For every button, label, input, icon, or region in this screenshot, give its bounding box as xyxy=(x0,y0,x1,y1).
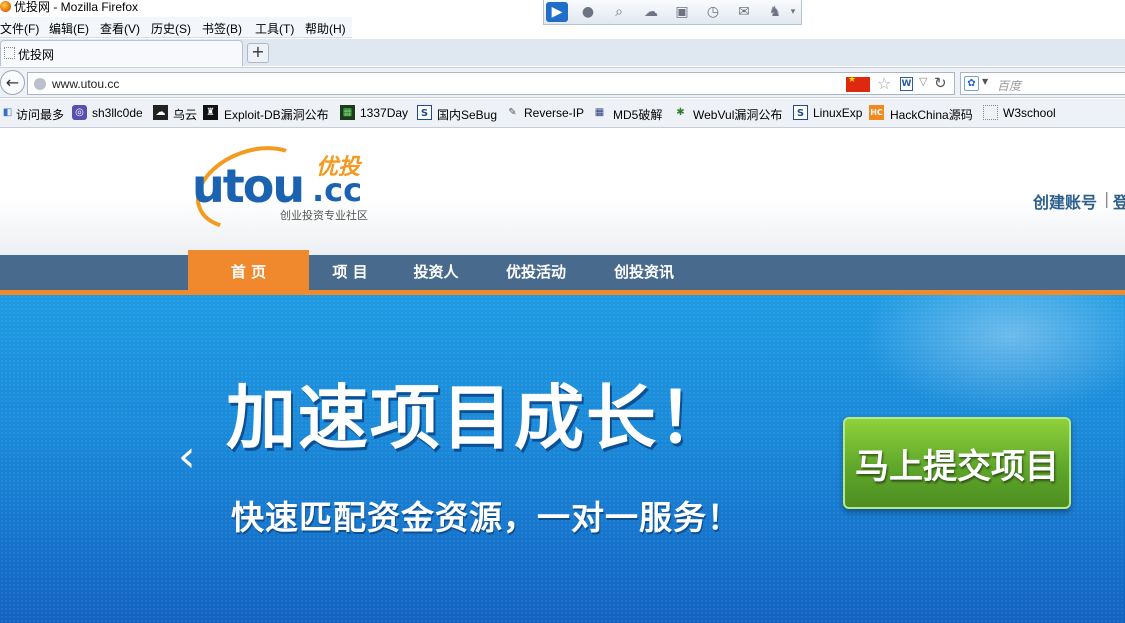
url-text[interactable]: www.utou.cc xyxy=(52,77,119,91)
tab-label: 优投网 xyxy=(18,48,55,62)
firefox-logo-icon xyxy=(0,1,11,12)
dotted-page-icon xyxy=(983,105,998,120)
back-button[interactable]: ← xyxy=(0,70,25,95)
bookmark-hackchina[interactable]: HackChina源码 xyxy=(890,106,973,123)
window-title: 优投网 - Mozilla Firefox xyxy=(14,0,139,14)
nav-investors[interactable]: 投资人 xyxy=(398,255,474,290)
nav-events[interactable]: 优投活动 xyxy=(490,255,582,290)
bookmark-webvul[interactable]: WebVul漏洞公布 xyxy=(693,106,782,123)
bookmark-star-icon[interactable]: ☆ xyxy=(877,74,891,93)
baidu-paw-icon[interactable]: ✿ xyxy=(964,76,979,91)
logo-tagline: 创业投资专业社区 xyxy=(280,209,368,222)
bookmark-wooyun[interactable]: 乌云 xyxy=(173,106,197,123)
nav-news[interactable]: 创投资讯 xyxy=(598,255,690,290)
bookmark-w3school[interactable]: W3school xyxy=(1003,106,1056,120)
menu-file[interactable]: 文件(F) xyxy=(0,20,39,37)
url-dropdown-icon[interactable]: ▽ xyxy=(919,75,927,88)
carousel-prev-icon[interactable]: ‹ xyxy=(178,435,196,479)
cloud-icon: ☁ xyxy=(153,105,168,120)
footprint-icon[interactable]: ♞ xyxy=(764,2,786,22)
bug-icon: ✱ xyxy=(676,107,685,118)
site-logo[interactable]: utou .cc 优投 创业投资专业社区 xyxy=(184,131,382,245)
china-flag-icon[interactable] xyxy=(846,75,870,92)
clock-icon[interactable]: ◷ xyxy=(702,2,724,22)
bookmark-1337day[interactable]: 1337Day xyxy=(360,106,408,120)
screenshot-icon[interactable]: ▣ xyxy=(671,2,693,22)
nav-projects[interactable]: 项 目 xyxy=(312,255,388,290)
menu-view[interactable]: 查看(V) xyxy=(100,20,140,37)
s-icon: S xyxy=(417,105,432,120)
main-navigation: 首 页 项 目 投资人 优投活动 创投资讯 xyxy=(0,250,1125,290)
target-icon: ◎ xyxy=(72,105,87,120)
banner-headline: 加速项目成长！ xyxy=(226,377,730,459)
s-icon: S xyxy=(793,105,808,120)
hero-banner: ‹ 加速项目成长！ 快速匹配资金资源，一对一服务！ 马上提交项目 xyxy=(0,295,1125,623)
wrench-icon: ✎ xyxy=(508,107,517,118)
menu-help[interactable]: 帮助(H) xyxy=(305,20,346,37)
mail-icon[interactable]: ✉ xyxy=(733,2,755,22)
reload-icon[interactable]: ↻ xyxy=(934,74,947,92)
search-engine-dropdown-icon[interactable]: ▼ xyxy=(982,77,988,86)
page-icon xyxy=(4,47,15,59)
new-tab-button[interactable]: + xyxy=(247,43,269,63)
logo-text: utou xyxy=(192,159,305,213)
cloud-icon[interactable]: ☁ xyxy=(640,2,662,22)
bookmark-reverse-ip[interactable]: Reverse-IP xyxy=(524,106,584,120)
submit-project-button[interactable]: 马上提交项目 xyxy=(843,417,1071,509)
back-arrow-icon: ← xyxy=(5,73,20,92)
word-icon[interactable]: W xyxy=(900,77,913,91)
menu-bookmarks[interactable]: 书签(B) xyxy=(202,20,242,37)
addon-toolbar: ▶ ● ⌕ ☁ ▣ ◷ ✉ ♞ ▾ xyxy=(543,0,802,25)
search-input[interactable]: 百度 xyxy=(997,77,1021,94)
search-bar[interactable]: ✿ ▼ 百度 xyxy=(960,72,1125,95)
bookmark-exploit-db[interactable]: Exploit-DB漏洞公布 xyxy=(224,106,329,123)
green-chip-icon: ▦ xyxy=(340,105,355,120)
menu-history[interactable]: 历史(S) xyxy=(151,20,191,37)
blue-bookmark-icon: ◧ xyxy=(2,107,13,118)
navigation-toolbar: ← www.utou.cc ☆ W ▽ ↻ ✿ ▼ 百度 xyxy=(0,67,1125,98)
url-bar[interactable]: www.utou.cc ☆ W ▽ ↻ xyxy=(27,72,955,95)
bookmark-most-visited[interactable]: 访问最多 xyxy=(16,106,64,123)
search-icon[interactable]: ⌕ xyxy=(608,2,630,22)
banner-subline: 快速匹配资金资源，一对一服务！ xyxy=(231,498,741,537)
nav-home[interactable]: 首 页 xyxy=(188,250,309,290)
bookmark-linuxexp[interactable]: LinuxExp xyxy=(813,106,862,120)
chevron-down-icon[interactable]: ▾ xyxy=(786,2,800,22)
register-link[interactable]: 创建账号 xyxy=(1033,189,1097,213)
user-icon[interactable]: ● xyxy=(577,2,599,22)
bookmark-md5[interactable]: MD5破解 xyxy=(613,106,662,123)
logo-badge: 优投 xyxy=(316,155,361,180)
menu-bar: 文件(F) 编辑(E) 查看(V) 历史(S) 书签(B) 工具(T) 帮助(H… xyxy=(0,17,352,38)
play-icon[interactable]: ▶ xyxy=(546,2,568,22)
tab-strip: 优投网 + xyxy=(0,39,1125,66)
bookmark-sh3llc0de[interactable]: sh3llc0de xyxy=(92,106,143,120)
menu-tools[interactable]: 工具(T) xyxy=(255,20,294,37)
hc-icon: HC xyxy=(869,105,884,120)
header-separator: | xyxy=(1104,189,1110,208)
menu-edit[interactable]: 编辑(E) xyxy=(49,20,89,37)
robot-icon: ♜ xyxy=(203,105,218,120)
bookmarks-toolbar: ◧ 访问最多 ◎ sh3llc0de ☁ 乌云 ♜ Exploit-DB漏洞公布… xyxy=(0,99,1125,128)
tab-utou[interactable]: 优投网 xyxy=(0,40,243,66)
site-header: utou .cc 优投 创业投资专业社区 创建账号 | 登 xyxy=(0,129,1125,255)
globe-icon xyxy=(34,78,46,90)
banner-glow xyxy=(860,295,1125,415)
bookmark-sebug[interactable]: 国内SeBug xyxy=(437,106,497,123)
grid-icon: ▦ xyxy=(594,107,605,118)
login-link[interactable]: 登 xyxy=(1113,189,1125,213)
